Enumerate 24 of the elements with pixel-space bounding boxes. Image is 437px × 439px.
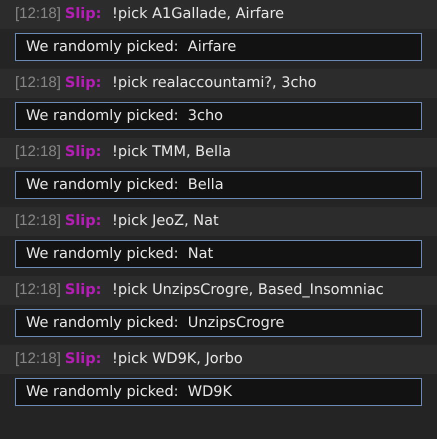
bot-reply: We randomly picked: Bella bbox=[15, 171, 422, 199]
message-text: !pick WD9K, Jorbo bbox=[112, 351, 243, 367]
message-text: !pick JeoZ, Nat bbox=[112, 213, 219, 229]
timestamp: [12:18] bbox=[15, 212, 61, 229]
timestamp: [12:18] bbox=[15, 350, 61, 367]
bot-reply: We randomly picked: Airfare bbox=[15, 33, 422, 61]
timestamp: [12:18] bbox=[15, 74, 61, 91]
username: Slip: bbox=[64, 144, 102, 160]
bot-reply: We randomly picked: UnzipsCrogre bbox=[15, 309, 422, 337]
timestamp: [12:18] bbox=[15, 281, 61, 298]
username: Slip: bbox=[64, 213, 102, 229]
bot-reply: We randomly picked: 3cho bbox=[15, 102, 422, 130]
username: Slip: bbox=[64, 75, 102, 91]
bot-reply: We randomly picked: WD9K bbox=[15, 378, 422, 406]
bot-reply: We randomly picked: Nat bbox=[15, 240, 422, 268]
username: Slip: bbox=[64, 282, 102, 298]
timestamp: [12:18] bbox=[15, 143, 61, 160]
timestamp: [12:18] bbox=[15, 5, 61, 22]
message-text: !pick realaccountami?, 3cho bbox=[112, 75, 317, 91]
message-text: !pick UnzipsCrogre, Based_Insomniac bbox=[112, 282, 384, 298]
username: Slip: bbox=[64, 351, 102, 367]
message-text: !pick TMM, Bella bbox=[112, 144, 231, 160]
username: Slip: bbox=[64, 6, 102, 22]
message-text: !pick A1Gallade, Airfare bbox=[112, 6, 284, 22]
